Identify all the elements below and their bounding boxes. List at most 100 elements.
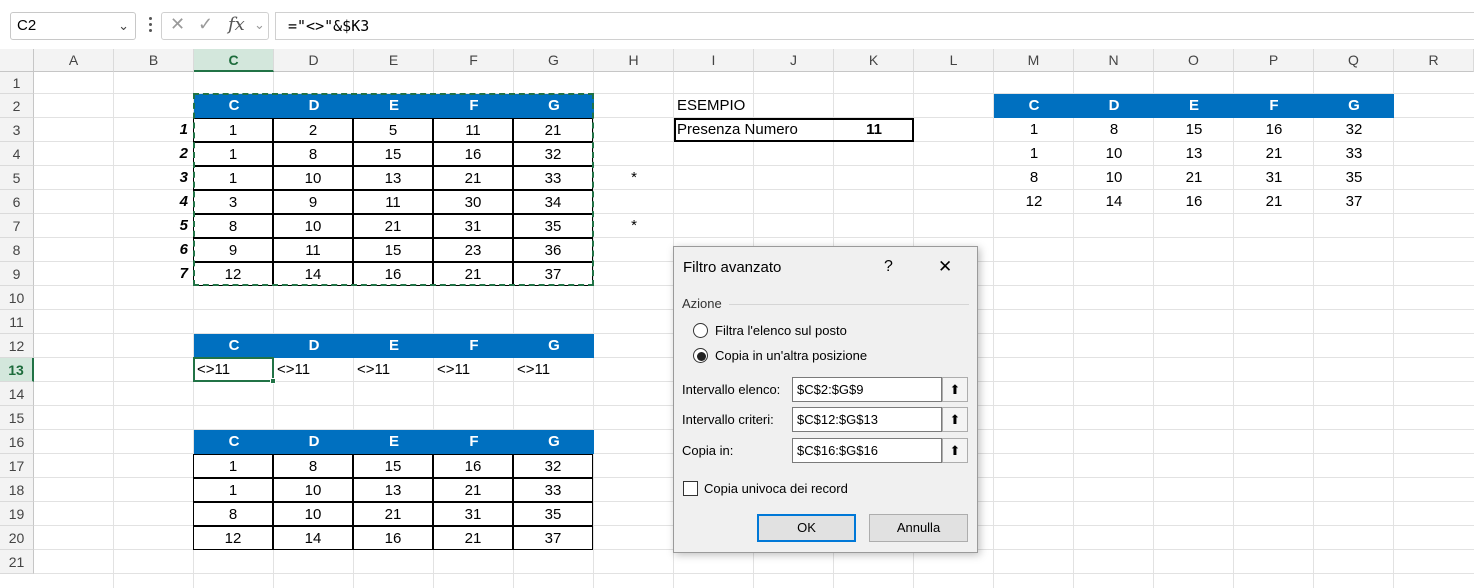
output-header[interactable]: G bbox=[514, 430, 594, 454]
row-header-3[interactable]: 3 bbox=[0, 118, 34, 142]
table-cell[interactable]: 23 bbox=[433, 238, 513, 262]
table-cell[interactable]: 9 bbox=[273, 190, 353, 214]
criteria-cell[interactable]: <>11 bbox=[354, 358, 434, 382]
right-table-header[interactable]: F bbox=[1234, 94, 1314, 118]
right-table-cell[interactable]: 37 bbox=[1314, 190, 1394, 214]
output-cell[interactable]: 37 bbox=[513, 526, 593, 550]
row-number-label[interactable]: 4 bbox=[114, 190, 194, 214]
row-header-21[interactable]: 21 bbox=[0, 550, 34, 574]
row-number-label[interactable]: 5 bbox=[114, 214, 194, 238]
row-header-20[interactable]: 20 bbox=[0, 526, 34, 550]
table-cell[interactable]: 9 bbox=[193, 238, 273, 262]
table-cell[interactable]: 8 bbox=[273, 142, 353, 166]
example-label[interactable]: Presenza Numero bbox=[674, 118, 834, 142]
right-table-cell[interactable]: 8 bbox=[1074, 118, 1154, 142]
unique-records-label[interactable]: Copia univoca dei record bbox=[704, 481, 848, 496]
right-table-header[interactable]: G bbox=[1314, 94, 1394, 118]
table-cell[interactable]: 21 bbox=[513, 118, 593, 142]
column-header-a[interactable]: A bbox=[34, 49, 114, 72]
output-header[interactable]: C bbox=[194, 430, 274, 454]
table-cell[interactable]: 21 bbox=[433, 166, 513, 190]
column-header-i[interactable]: I bbox=[674, 49, 754, 72]
column-header-f[interactable]: F bbox=[434, 49, 514, 72]
right-table-cell[interactable]: 35 bbox=[1314, 166, 1394, 190]
table-cell[interactable]: 11 bbox=[433, 118, 513, 142]
right-table-cell[interactable]: 10 bbox=[1074, 142, 1154, 166]
row-header-2[interactable]: 2 bbox=[0, 94, 34, 118]
row-number-label[interactable]: 6 bbox=[114, 238, 194, 262]
criteria-header[interactable]: D bbox=[274, 334, 354, 358]
column-header-n[interactable]: N bbox=[1074, 49, 1154, 72]
table-cell[interactable]: 11 bbox=[353, 190, 433, 214]
enter-icon[interactable]: ✓ bbox=[198, 14, 213, 35]
collapse-dialog-icon[interactable]: ⬆ bbox=[942, 377, 968, 402]
table-cell[interactable]: 30 bbox=[433, 190, 513, 214]
right-table-cell[interactable]: 14 bbox=[1074, 190, 1154, 214]
right-table-cell[interactable]: 13 bbox=[1154, 142, 1234, 166]
output-cell[interactable]: 16 bbox=[433, 454, 513, 478]
radio-filter-in-place-label[interactable]: Filtra l'elenco sul posto bbox=[715, 323, 847, 338]
right-table-cell[interactable]: 1 bbox=[994, 142, 1074, 166]
row-header-16[interactable]: 16 bbox=[0, 430, 34, 454]
column-header-p[interactable]: P bbox=[1234, 49, 1314, 72]
select-all-corner[interactable] bbox=[0, 49, 34, 72]
main-table-header[interactable]: F bbox=[434, 94, 514, 118]
right-table-cell[interactable]: 31 bbox=[1234, 166, 1314, 190]
output-header[interactable]: F bbox=[434, 430, 514, 454]
right-table-cell[interactable]: 8 bbox=[994, 166, 1074, 190]
copy-to-input[interactable]: $C$16:$G$16 bbox=[792, 438, 942, 463]
row-header-4[interactable]: 4 bbox=[0, 142, 34, 166]
row-number-label[interactable]: 3 bbox=[114, 166, 194, 190]
insert-function-icon[interactable]: fx bbox=[228, 14, 245, 35]
row-header-8[interactable]: 8 bbox=[0, 238, 34, 262]
row-header-9[interactable]: 9 bbox=[0, 262, 34, 286]
main-table-header[interactable]: G bbox=[514, 94, 594, 118]
chevron-down-icon[interactable]: ⌄ bbox=[118, 13, 129, 39]
column-header-k[interactable]: K bbox=[834, 49, 914, 72]
row-marker[interactable]: * bbox=[594, 214, 674, 238]
row-header-7[interactable]: 7 bbox=[0, 214, 34, 238]
output-cell[interactable]: 31 bbox=[433, 502, 513, 526]
ok-button[interactable]: OK bbox=[757, 514, 856, 542]
column-header-b[interactable]: B bbox=[114, 49, 194, 72]
table-cell[interactable]: 10 bbox=[273, 166, 353, 190]
output-cell[interactable]: 35 bbox=[513, 502, 593, 526]
row-header-19[interactable]: 19 bbox=[0, 502, 34, 526]
table-cell[interactable]: 13 bbox=[353, 166, 433, 190]
right-table-header[interactable]: C bbox=[994, 94, 1074, 118]
column-header-l[interactable]: L bbox=[914, 49, 994, 72]
output-cell[interactable]: 33 bbox=[513, 478, 593, 502]
column-header-m[interactable]: M bbox=[994, 49, 1074, 72]
example-title[interactable]: ESEMPIO bbox=[674, 94, 834, 118]
right-table-cell[interactable]: 33 bbox=[1314, 142, 1394, 166]
criteria-header[interactable]: E bbox=[354, 334, 434, 358]
output-cell[interactable]: 15 bbox=[353, 454, 433, 478]
output-cell[interactable]: 21 bbox=[433, 526, 513, 550]
table-cell[interactable]: 16 bbox=[353, 262, 433, 286]
chevron-down-icon[interactable]: ⌄ bbox=[254, 17, 265, 33]
right-table-cell[interactable]: 21 bbox=[1234, 190, 1314, 214]
table-cell[interactable]: 37 bbox=[513, 262, 593, 286]
output-header[interactable]: D bbox=[274, 430, 354, 454]
output-cell[interactable]: 8 bbox=[273, 454, 353, 478]
radio-copy-to-location-label[interactable]: Copia in un'altra posizione bbox=[715, 348, 867, 363]
table-cell[interactable]: 32 bbox=[513, 142, 593, 166]
column-header-q[interactable]: Q bbox=[1314, 49, 1394, 72]
table-cell[interactable]: 1 bbox=[193, 166, 273, 190]
row-header-6[interactable]: 6 bbox=[0, 190, 34, 214]
column-header-d[interactable]: D bbox=[274, 49, 354, 72]
main-table-header[interactable]: D bbox=[274, 94, 354, 118]
close-button[interactable]: ✕ bbox=[938, 257, 952, 277]
column-header-j[interactable]: J bbox=[754, 49, 834, 72]
column-header-c[interactable]: C bbox=[194, 49, 274, 72]
table-cell[interactable]: 10 bbox=[273, 214, 353, 238]
output-cell[interactable]: 10 bbox=[273, 502, 353, 526]
radio-copy-to-location[interactable] bbox=[693, 348, 708, 363]
column-header-e[interactable]: E bbox=[354, 49, 434, 72]
criteria-header[interactable]: G bbox=[514, 334, 594, 358]
table-cell[interactable]: 12 bbox=[193, 262, 273, 286]
row-number-label[interactable]: 2 bbox=[114, 142, 194, 166]
cancel-button[interactable]: Annulla bbox=[869, 514, 968, 542]
table-cell[interactable]: 14 bbox=[273, 262, 353, 286]
row-header-14[interactable]: 14 bbox=[0, 382, 34, 406]
